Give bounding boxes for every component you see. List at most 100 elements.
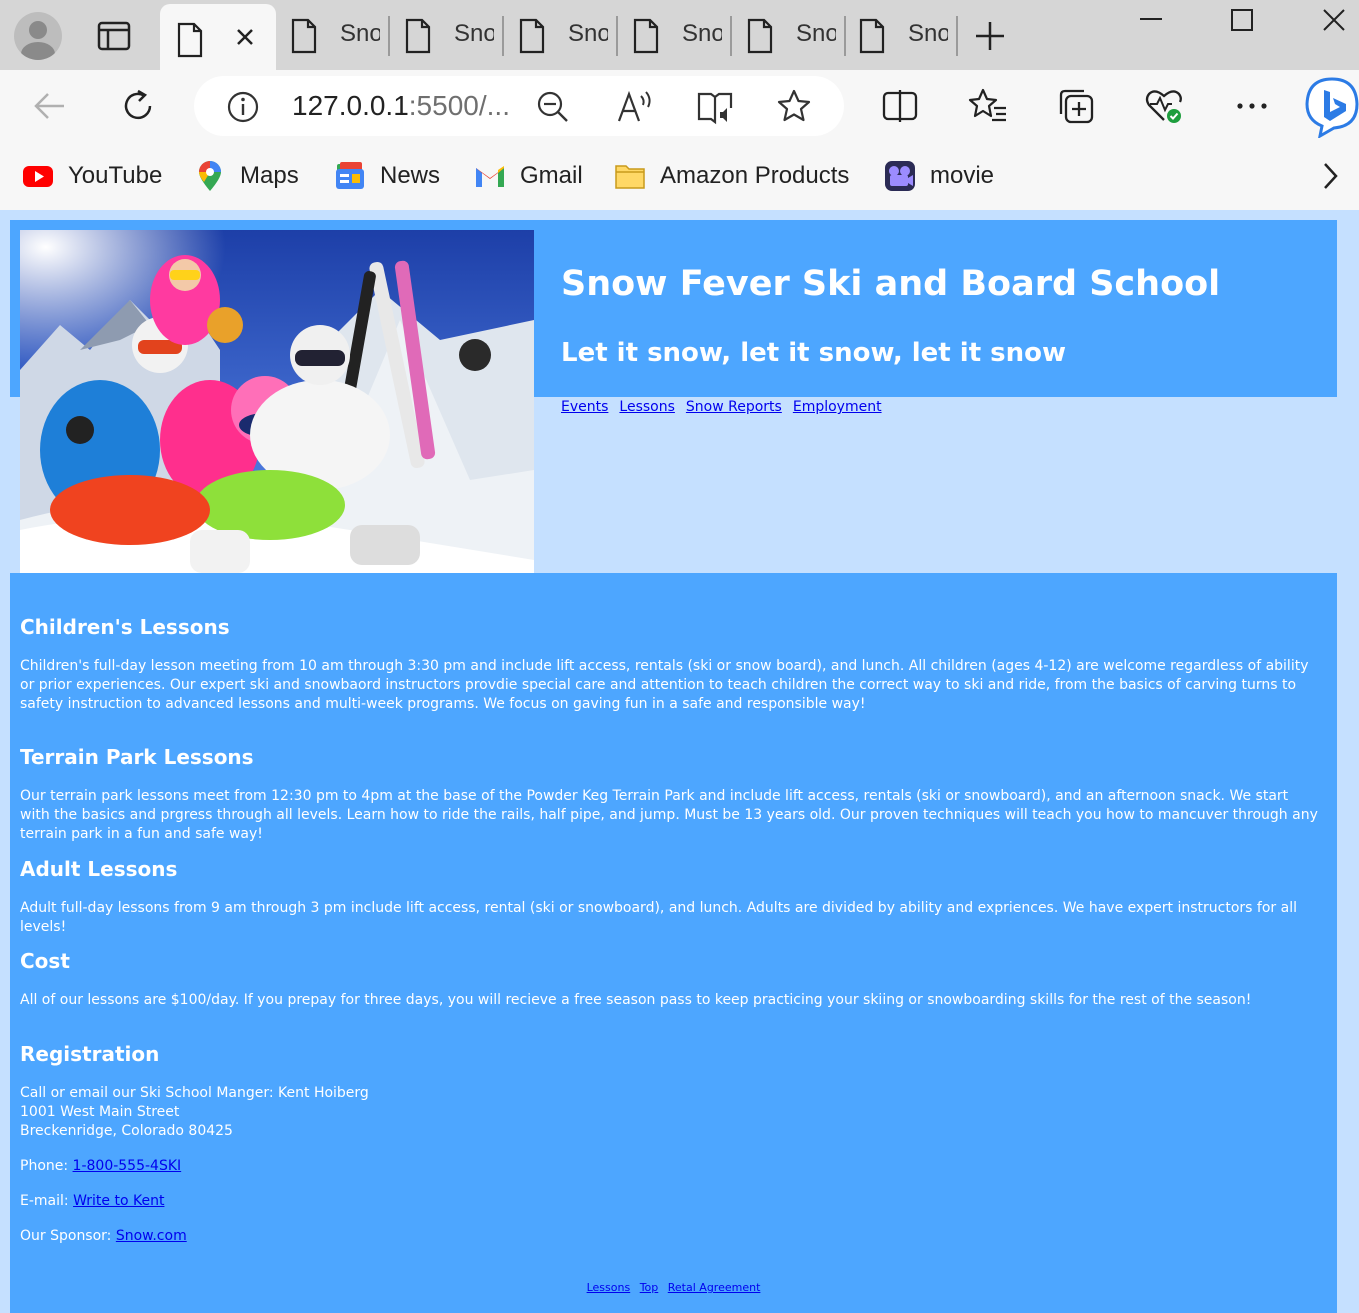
tab-label: Snow (454, 20, 494, 47)
tab-2[interactable]: Snow (282, 0, 390, 70)
document-icon (177, 22, 203, 58)
chevron-right-icon[interactable] (1316, 160, 1344, 192)
email-link[interactable]: Write to Kent (73, 1193, 164, 1209)
section-heading-cost: Cost (20, 949, 70, 973)
nav-link-employment[interactable]: Employment (793, 399, 882, 415)
tab-separator (956, 16, 958, 56)
navigation-toolbar: 127.0.0.1:5500/... (0, 70, 1359, 142)
folder-icon (615, 165, 645, 189)
tab-separator (730, 16, 732, 56)
registration-address: Call or email our Ski School Manger: Ken… (20, 1084, 1320, 1141)
section-text-terrain: Our terrain park lessons meet from 12:30… (20, 788, 1318, 842)
tab-active[interactable] (160, 4, 276, 70)
section-heading-terrain: Terrain Park Lessons (20, 745, 254, 769)
immersive-reader-icon[interactable] (696, 88, 734, 126)
site-info-icon[interactable] (226, 90, 260, 124)
registration-street: 1001 West Main Street (20, 1104, 180, 1120)
registration-city: Breckenridge, Colorado 80425 (20, 1123, 233, 1139)
bookmark-news[interactable]: News (334, 156, 440, 196)
main-nav: Events Lessons Snow Reports Employment (561, 399, 882, 415)
site-title: Snow Fever Ski and Board School (561, 264, 1221, 304)
sponsor-link[interactable]: Snow.com (116, 1228, 187, 1244)
sponsor-label: Our Sponsor: (20, 1228, 116, 1244)
bookmark-amazon-products[interactable]: Amazon Products (614, 156, 849, 196)
footer-link-lessons[interactable]: Lessons (587, 1281, 631, 1294)
more-options-icon[interactable] (1232, 86, 1272, 126)
bookmark-label: YouTube (68, 162, 163, 189)
nav-link-snow-reports[interactable]: Snow Reports (686, 399, 782, 415)
bookmark-label: Maps (240, 162, 299, 189)
hero-image (20, 230, 534, 573)
bookmark-movie[interactable]: movie (884, 156, 994, 196)
tab-label: Snow (340, 20, 380, 47)
tab-label: Snow (908, 20, 948, 47)
bookmark-gmail[interactable]: Gmail (474, 156, 583, 196)
document-icon (519, 18, 545, 54)
bookmark-label: News (380, 162, 441, 189)
registration-email: E-mail: Write to Kent (20, 1192, 1320, 1211)
split-screen-icon[interactable] (880, 86, 920, 126)
bookmark-maps[interactable]: Maps (194, 156, 299, 196)
tab-separator (388, 16, 390, 56)
read-aloud-icon[interactable] (616, 88, 654, 126)
phone-label: Phone: (20, 1158, 73, 1174)
back-icon[interactable] (30, 86, 70, 126)
page-viewport: Snow Fever Ski and Board School Let it s… (0, 210, 1359, 1313)
registration-contact-line: Call or email our Ski School Manger: Ken… (20, 1085, 369, 1101)
tab-strip: Snow Snow Snow Snow Snow Snow (0, 0, 1359, 70)
close-window-icon[interactable] (1319, 6, 1349, 36)
close-tab-icon[interactable] (230, 22, 260, 52)
url-text[interactable]: 127.0.0.1:5500/... (292, 90, 510, 122)
bing-copilot-icon[interactable] (1304, 76, 1359, 138)
browser-essentials-icon[interactable] (1144, 86, 1184, 126)
tab-3[interactable]: Snow (396, 0, 504, 70)
gmail-icon (476, 166, 504, 187)
zoom-out-icon[interactable] (536, 90, 570, 124)
url-path: :5500/... (408, 90, 510, 121)
refresh-icon[interactable] (118, 86, 158, 126)
section-heading-registration: Registration (20, 1042, 160, 1066)
footer-nav: Lessons Top Retal Agreement (10, 1281, 1337, 1294)
profile-avatar-icon[interactable] (14, 12, 62, 60)
section-heading-adult: Adult Lessons (20, 857, 178, 881)
phone-link[interactable]: 1-800-555-4SKI (73, 1158, 182, 1174)
bookmark-label: movie (930, 162, 995, 189)
favorite-star-icon[interactable] (776, 88, 812, 124)
tab-separator (502, 16, 504, 56)
tab-separator (844, 16, 846, 56)
new-tab-icon[interactable] (972, 18, 1008, 54)
registration-phone: Phone: 1-800-555-4SKI (20, 1157, 1320, 1176)
section-text-adult: Adult full-day lessons from 9 am through… (20, 900, 1297, 935)
tab-5[interactable]: Snow (624, 0, 732, 70)
email-label: E-mail: (20, 1193, 74, 1209)
tab-separator (616, 16, 618, 56)
tab-label: Snow (796, 20, 836, 47)
nav-link-lessons[interactable]: Lessons (619, 399, 675, 415)
document-icon (405, 18, 431, 54)
footer-link-top[interactable]: Top (640, 1281, 659, 1294)
footer-link-rental-agreement[interactable]: Retal Agreement (668, 1281, 761, 1294)
document-icon (291, 18, 317, 54)
tab-actions-icon[interactable] (96, 18, 132, 54)
tab-4[interactable]: Snow (510, 0, 618, 70)
url-host: 127.0.0.1 (292, 90, 409, 121)
tab-6[interactable]: Snow (738, 0, 846, 70)
section-heading-children: Children's Lessons (20, 615, 230, 639)
page-container: Snow Fever Ski and Board School Let it s… (10, 220, 1337, 1313)
bookmark-label: Amazon Products (660, 162, 850, 189)
bookmarks-bar: YouTube Maps News Gmail Amazon Products … (0, 142, 1359, 210)
address-bar[interactable]: 127.0.0.1:5500/... (194, 76, 844, 136)
nav-link-events[interactable]: Events (561, 399, 608, 415)
site-tagline: Let it snow, let it snow, let it snow (561, 338, 1067, 368)
minimize-icon[interactable] (1136, 6, 1166, 36)
tab-7[interactable]: Snow (850, 0, 958, 70)
maximize-icon[interactable] (1227, 6, 1257, 36)
youtube-icon (23, 166, 53, 187)
maps-icon (199, 161, 221, 191)
document-icon (633, 18, 659, 54)
collections-icon[interactable] (1056, 86, 1096, 126)
tab-label: Snow (682, 20, 722, 47)
tab-label: Snow (568, 20, 608, 47)
bookmark-youtube[interactable]: YouTube (22, 156, 162, 196)
favorites-icon[interactable] (968, 86, 1008, 126)
